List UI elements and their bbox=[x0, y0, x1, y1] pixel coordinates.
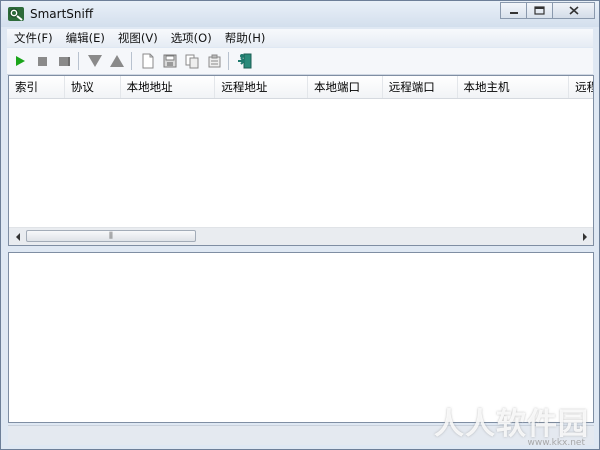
properties-button[interactable] bbox=[205, 51, 223, 71]
new-file-icon bbox=[142, 53, 154, 69]
new-file-button[interactable] bbox=[139, 51, 157, 71]
menu-file[interactable]: 文件(F) bbox=[7, 30, 59, 46]
pause-capture-button[interactable] bbox=[55, 51, 73, 71]
stop-icon bbox=[38, 57, 47, 66]
scroll-left-button[interactable] bbox=[9, 228, 26, 245]
save-button[interactable] bbox=[161, 51, 179, 71]
horizontal-scrollbar[interactable]: ⫼ bbox=[9, 227, 593, 245]
site-watermark: 人人软件园 bbox=[434, 407, 589, 442]
toolbar bbox=[7, 48, 593, 75]
column-header-index[interactable]: 索引 bbox=[9, 76, 65, 98]
exit-button[interactable] bbox=[236, 51, 254, 71]
play-icon bbox=[16, 56, 25, 66]
packets-list[interactable]: 索引 协议 本地地址 远程地址 本地端口 远程端口 本地主机 远程 ⫼ bbox=[8, 75, 594, 246]
arrow-right-icon bbox=[582, 232, 587, 241]
menu-bar: 文件(F) 编辑(E) 视图(V) 选项(O) 帮助(H) bbox=[7, 29, 593, 47]
start-capture-button[interactable] bbox=[11, 51, 29, 71]
save-icon bbox=[163, 54, 177, 68]
column-header-local-address[interactable]: 本地地址 bbox=[121, 76, 216, 98]
column-header-remote-port[interactable]: 远程端口 bbox=[383, 76, 458, 98]
column-header-local-port[interactable]: 本地端口 bbox=[308, 76, 383, 98]
triangle-down-icon bbox=[88, 55, 102, 67]
app-window: SmartSniff 文件(F) 编辑(E) 视图(V) 选项(O) 帮助(H) bbox=[0, 0, 600, 450]
exit-icon bbox=[238, 53, 252, 69]
close-icon bbox=[568, 6, 579, 15]
menu-help[interactable]: 帮助(H) bbox=[218, 30, 272, 46]
menu-edit[interactable]: 编辑(E) bbox=[59, 30, 111, 46]
stop-capture-button[interactable] bbox=[33, 51, 51, 71]
column-header-remote-host[interactable]: 远程 bbox=[569, 76, 593, 98]
minimize-button[interactable] bbox=[500, 2, 526, 19]
column-header-protocol[interactable]: 协议 bbox=[65, 76, 121, 98]
triangle-up-icon bbox=[110, 55, 124, 67]
scroll-right-button[interactable] bbox=[576, 228, 593, 245]
toolbar-separator bbox=[131, 52, 132, 70]
previous-button[interactable] bbox=[108, 51, 126, 71]
copy-icon bbox=[185, 54, 198, 68]
title-bar[interactable]: SmartSniff bbox=[1, 1, 599, 27]
menu-options[interactable]: 选项(O) bbox=[164, 30, 218, 46]
maximize-button[interactable] bbox=[526, 2, 552, 19]
table-header: 索引 协议 本地地址 远程地址 本地端口 远程端口 本地主机 远程 bbox=[9, 76, 593, 99]
minimize-icon bbox=[509, 11, 518, 14]
copy-button[interactable] bbox=[183, 51, 201, 71]
scrollbar-thumb[interactable]: ⫼ bbox=[26, 230, 196, 242]
column-header-remote-address[interactable]: 远程地址 bbox=[215, 76, 309, 98]
site-watermark-url: www.kkx.net bbox=[527, 438, 586, 448]
toolbar-separator bbox=[78, 52, 79, 70]
scrollbar-grip: ⫼ bbox=[109, 231, 113, 240]
pause-icon bbox=[59, 57, 70, 66]
smartsniff-logo-icon bbox=[8, 7, 24, 21]
window-title: SmartSniff bbox=[30, 7, 94, 21]
toolbar-separator bbox=[228, 52, 229, 70]
arrow-left-icon bbox=[15, 232, 20, 241]
menu-view[interactable]: 视图(V) bbox=[111, 30, 164, 46]
close-button[interactable] bbox=[552, 2, 595, 19]
column-header-local-host[interactable]: 本地主机 bbox=[458, 76, 570, 98]
properties-icon bbox=[208, 54, 220, 67]
next-button[interactable] bbox=[86, 51, 104, 71]
restore-icon bbox=[534, 6, 545, 15]
caption-buttons bbox=[500, 2, 595, 20]
packet-content-pane[interactable] bbox=[8, 252, 594, 423]
